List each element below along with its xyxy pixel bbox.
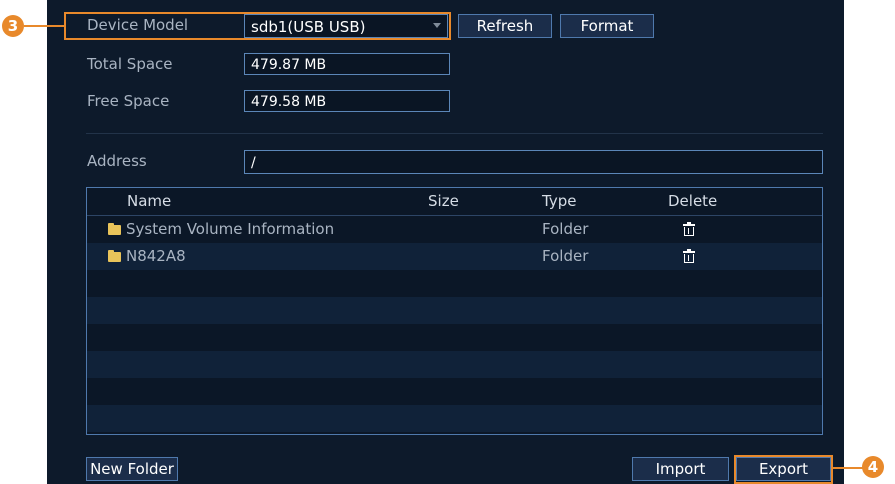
step-4-highlight bbox=[734, 455, 833, 484]
free-space-label: Free Space bbox=[87, 92, 170, 110]
trash-icon[interactable] bbox=[683, 249, 695, 263]
format-button[interactable]: Format bbox=[560, 14, 654, 38]
table-header: Name Size Type Delete bbox=[87, 188, 822, 216]
total-space-field: 479.87 MB bbox=[244, 53, 450, 75]
table-row[interactable]: System Volume Information Folder bbox=[87, 216, 822, 243]
column-size: Size bbox=[428, 192, 459, 210]
address-field[interactable]: / bbox=[244, 150, 823, 174]
table-row-empty bbox=[87, 270, 822, 297]
folder-icon bbox=[108, 223, 121, 235]
table-row-empty bbox=[87, 351, 822, 378]
column-name: Name bbox=[127, 192, 172, 210]
row-type: Folder bbox=[542, 220, 589, 238]
address-label: Address bbox=[87, 152, 147, 170]
table-row-empty bbox=[87, 324, 822, 351]
row-name: N842A8 bbox=[126, 247, 186, 265]
table-row-empty bbox=[87, 378, 822, 405]
free-space-field: 479.58 MB bbox=[244, 90, 450, 112]
step-3-connector bbox=[24, 25, 66, 27]
trash-icon[interactable] bbox=[683, 222, 695, 236]
table-row-empty bbox=[87, 297, 822, 324]
file-table: Name Size Type Delete System Volume Info… bbox=[86, 187, 823, 435]
column-type: Type bbox=[542, 192, 577, 210]
row-type: Folder bbox=[542, 247, 589, 265]
step-3-highlight bbox=[64, 12, 451, 40]
import-button[interactable]: Import bbox=[632, 457, 729, 481]
table-row[interactable]: N842A8 Folder bbox=[87, 243, 822, 270]
row-name: System Volume Information bbox=[126, 220, 335, 238]
step-4-connector bbox=[833, 467, 863, 469]
refresh-button[interactable]: Refresh bbox=[458, 14, 552, 38]
new-folder-button[interactable]: New Folder bbox=[86, 457, 178, 481]
step-4-callout: 4 bbox=[862, 456, 884, 478]
column-delete: Delete bbox=[668, 192, 718, 210]
total-space-label: Total Space bbox=[87, 55, 173, 73]
divider bbox=[86, 133, 823, 134]
folder-icon bbox=[108, 250, 121, 262]
table-row-empty bbox=[87, 405, 822, 432]
step-3-callout: 3 bbox=[2, 15, 24, 37]
